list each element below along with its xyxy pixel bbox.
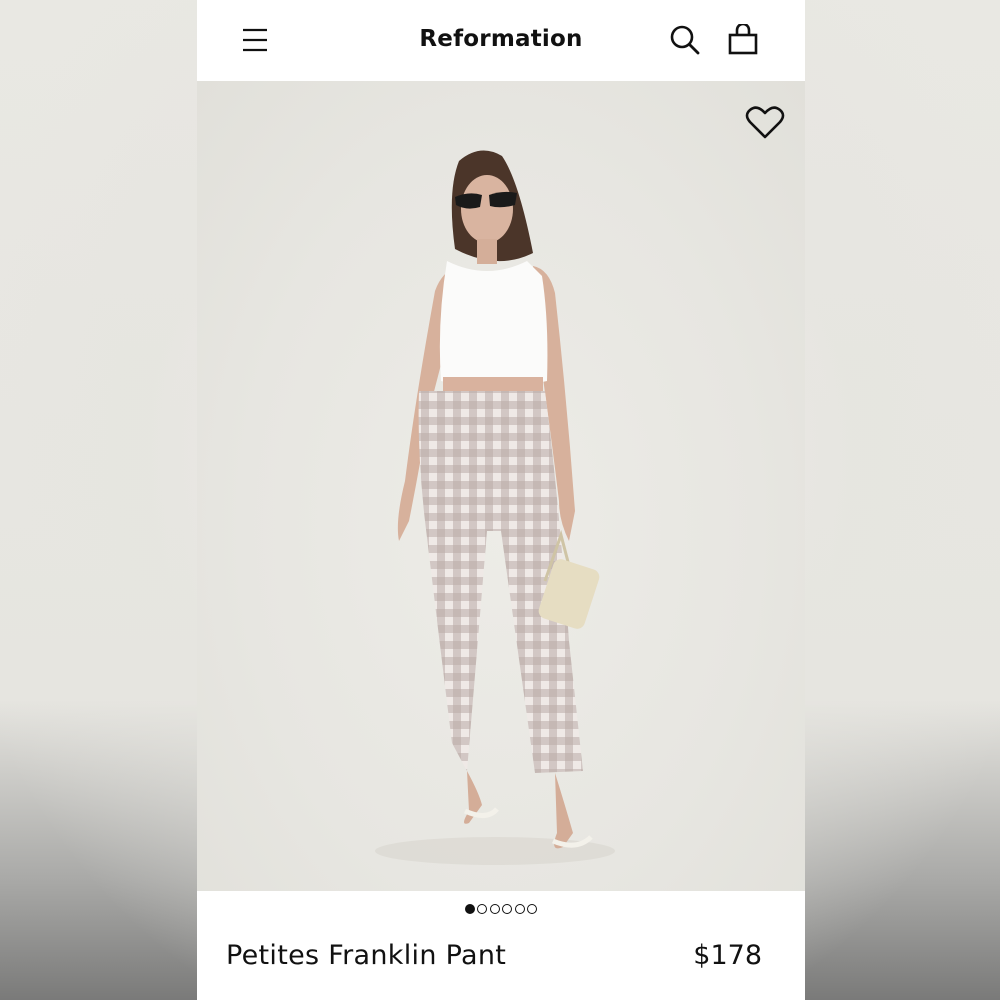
heart-outline-icon xyxy=(745,106,785,139)
carousel-dot[interactable] xyxy=(514,903,525,914)
favorite-button[interactable] xyxy=(745,105,785,141)
carousel-dot[interactable] xyxy=(477,903,488,914)
brand-logo[interactable]: Reformation xyxy=(197,26,805,52)
carousel-dot[interactable] xyxy=(489,903,500,914)
carousel-indicators xyxy=(197,900,805,916)
product-name: Petites Franklin Pant xyxy=(226,940,507,971)
model-photo xyxy=(375,150,615,865)
search-icon xyxy=(670,25,700,55)
shopping-bag-button[interactable] xyxy=(727,22,759,56)
shopping-bag-icon xyxy=(728,22,758,55)
product-image[interactable] xyxy=(197,81,805,891)
mobile-page: Reformation Petites Franklin Pant $178 xyxy=(197,0,805,1000)
carousel-dot[interactable] xyxy=(465,903,476,914)
carousel-dot[interactable] xyxy=(502,903,513,914)
site-header: Reformation xyxy=(197,0,805,81)
product-price: $178 xyxy=(693,940,762,971)
carousel-dot[interactable] xyxy=(526,903,537,914)
search-button[interactable] xyxy=(669,24,701,56)
